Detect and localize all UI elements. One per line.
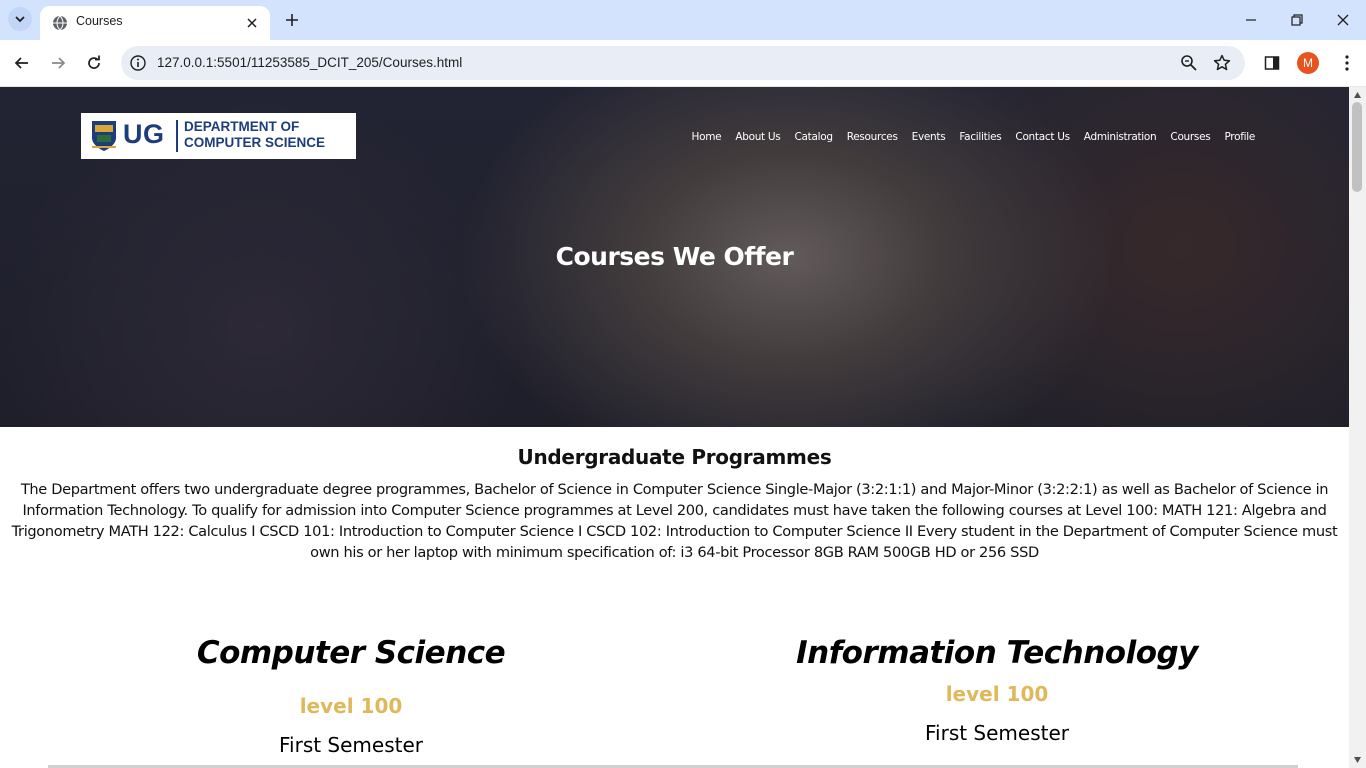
arrow-left-icon bbox=[14, 57, 28, 69]
close-window-button[interactable] bbox=[1327, 6, 1359, 34]
undergraduate-heading: Undergraduate Programmes bbox=[517, 445, 832, 469]
browser-tab-active[interactable]: Courses bbox=[40, 6, 270, 40]
logo-divider bbox=[176, 120, 178, 152]
crest-icon bbox=[92, 121, 116, 151]
reload-icon bbox=[88, 55, 100, 69]
logo-line-1: DEPARTMENT OF bbox=[184, 119, 300, 134]
new-tab-button[interactable] bbox=[282, 10, 302, 30]
department-logo[interactable]: UG DEPARTMENT OF COMPUTER SCIENCE bbox=[81, 113, 356, 159]
nav-catalog[interactable]: Catalog bbox=[787, 131, 839, 143]
url-text[interactable]: 127.0.0.1:5501/11253585_DCIT_205/Courses… bbox=[157, 55, 462, 70]
nav-contact-us[interactable]: Contact Us bbox=[1008, 131, 1076, 143]
close-icon bbox=[1337, 14, 1349, 26]
page-viewport: UG DEPARTMENT OF COMPUTER SCIENCE Home A… bbox=[0, 87, 1349, 768]
computer-science-title: Computer Science bbox=[196, 635, 506, 671]
tab-title: Courses bbox=[76, 14, 123, 28]
nav-resources[interactable]: Resources bbox=[840, 131, 905, 143]
minimize-window-button[interactable] bbox=[1235, 6, 1267, 34]
nav-home[interactable]: Home bbox=[685, 131, 729, 143]
nav-about-us[interactable]: About Us bbox=[728, 131, 787, 143]
globe-icon bbox=[53, 15, 67, 31]
minimize-icon bbox=[1246, 19, 1256, 21]
side-panel-icon bbox=[1264, 56, 1280, 70]
address-bar[interactable]: 127.0.0.1:5501/11253585_DCIT_205/Courses… bbox=[121, 46, 1245, 80]
browser-menu-button[interactable] bbox=[1336, 52, 1358, 74]
cs-semester-heading: First Semester bbox=[278, 733, 424, 757]
cs-level-heading: level 100 bbox=[299, 694, 403, 718]
side-panel-button[interactable] bbox=[1261, 52, 1283, 74]
plus-icon bbox=[286, 14, 298, 26]
scrollbar-thumb[interactable] bbox=[1352, 102, 1362, 192]
main-navigation: Home About Us Catalog Resources Events F… bbox=[685, 131, 1262, 143]
bookmark-star-icon[interactable] bbox=[1213, 54, 1231, 72]
undergraduate-description: The Department offers two undergraduate … bbox=[11, 481, 1338, 561]
restore-window-button[interactable] bbox=[1281, 6, 1313, 34]
information-technology-title: Information Technology bbox=[796, 635, 1198, 671]
scroll-down-icon[interactable] bbox=[1353, 756, 1362, 764]
scroll-up-icon[interactable] bbox=[1353, 91, 1362, 99]
it-semester-heading: First Semester bbox=[924, 721, 1070, 745]
nav-profile[interactable]: Profile bbox=[1217, 131, 1262, 143]
nav-facilities[interactable]: Facilities bbox=[952, 131, 1008, 143]
chevron-down-icon bbox=[15, 16, 25, 23]
it-level-heading: level 100 bbox=[945, 682, 1049, 706]
logo-ug-text: UG bbox=[123, 119, 165, 149]
close-icon bbox=[247, 18, 257, 28]
nav-courses[interactable]: Courses bbox=[1163, 131, 1217, 143]
hero-title: Courses We Offer bbox=[555, 242, 794, 271]
computer-science-column: Computer Science level 100 First Semeste… bbox=[121, 635, 581, 757]
forward-button[interactable] bbox=[46, 51, 70, 75]
page-scrollbar[interactable] bbox=[1349, 87, 1366, 768]
logo-line-2: COMPUTER SCIENCE bbox=[184, 135, 326, 150]
logo-department-text: DEPARTMENT OF COMPUTER SCIENCE bbox=[184, 119, 325, 151]
nav-administration[interactable]: Administration bbox=[1077, 131, 1164, 143]
hero-banner: UG DEPARTMENT OF COMPUTER SCIENCE Home A… bbox=[0, 87, 1349, 427]
tab-close-button[interactable] bbox=[242, 13, 262, 33]
reload-button[interactable] bbox=[82, 51, 106, 75]
browser-tab-strip: Courses bbox=[0, 0, 1366, 40]
back-button[interactable] bbox=[10, 51, 34, 75]
zoom-icon[interactable] bbox=[1180, 54, 1198, 72]
profile-avatar[interactable]: M bbox=[1297, 52, 1319, 74]
site-info-icon[interactable] bbox=[129, 54, 147, 72]
information-technology-column: Information Technology level 100 First S… bbox=[767, 635, 1227, 745]
restore-icon bbox=[1291, 14, 1303, 26]
nav-events[interactable]: Events bbox=[905, 131, 953, 143]
browser-toolbar: 127.0.0.1:5501/11253585_DCIT_205/Courses… bbox=[0, 40, 1366, 87]
tab-search-button[interactable] bbox=[8, 7, 32, 31]
arrow-right-icon bbox=[52, 57, 66, 69]
kebab-menu-icon bbox=[1345, 55, 1349, 71]
